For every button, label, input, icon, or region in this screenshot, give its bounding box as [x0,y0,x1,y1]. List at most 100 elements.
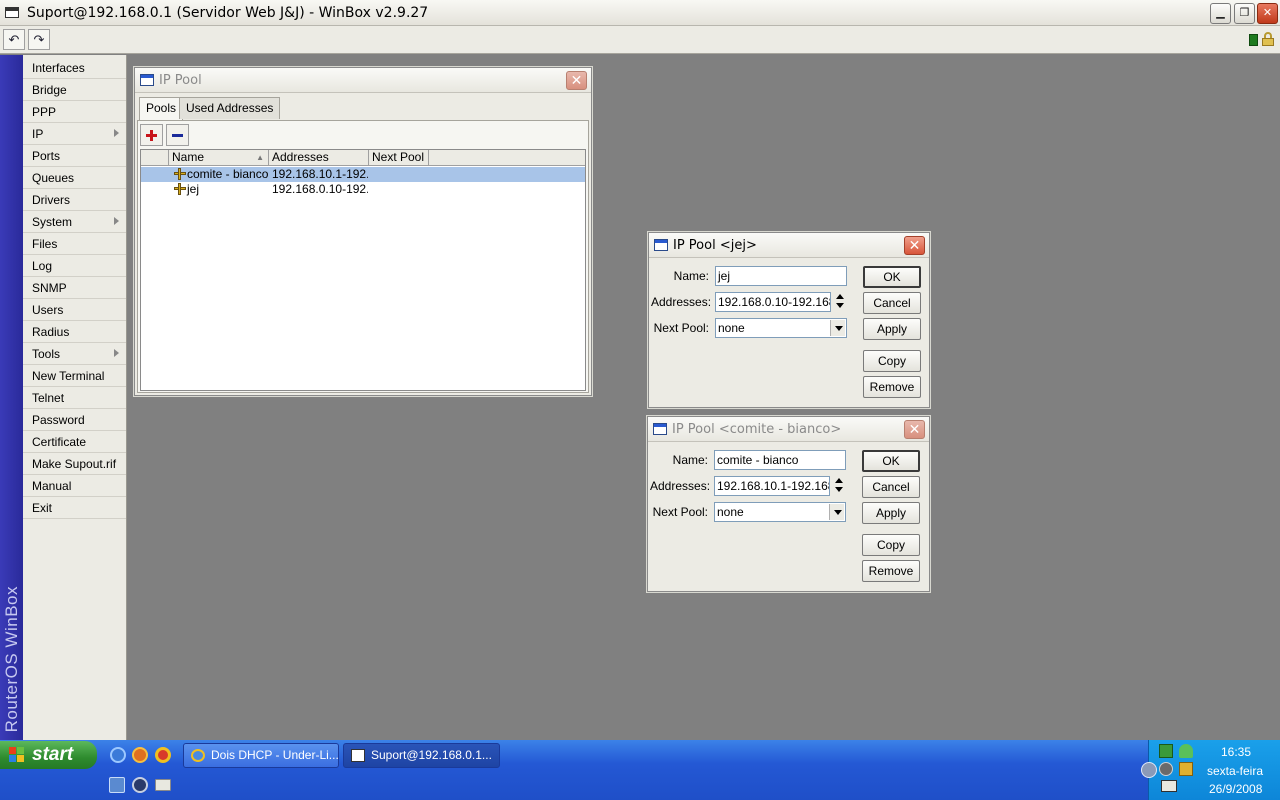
task-button-dois-dhcp[interactable]: Dois DHCP - Under-Li... [183,743,339,768]
show-desktop-icon[interactable] [155,779,171,791]
clock-day: sexta-feira [1207,764,1264,778]
menu-item-telnet[interactable]: Telnet [23,387,126,409]
name-field[interactable]: jej [715,266,847,286]
undo-button[interactable]: ↶ [3,29,25,50]
jej-dialog-close-icon[interactable]: ✕ [904,236,925,255]
apply-button[interactable]: Apply [863,318,921,340]
comite-dialog-close-icon[interactable]: ✕ [904,420,925,439]
pool-name-cell: jej [169,182,269,197]
menu-item-certificate[interactable]: Certificate [23,431,126,453]
winbox-window-icon [351,749,365,762]
menu-item-users[interactable]: Users [23,299,126,321]
column-header-next-pool[interactable]: Next Pool [369,150,429,166]
window-icon [653,423,667,435]
remove-pool-button[interactable] [166,124,189,146]
column-header-name[interactable]: Name ▲ [169,150,269,166]
remove-button[interactable]: Remove [863,376,921,398]
table-row[interactable]: comite - bianco 192.168.10.1-192... [141,167,585,182]
cancel-button[interactable]: Cancel [862,476,920,498]
monitor-icon[interactable] [1161,780,1177,792]
winbox-window-icon[interactable] [5,7,19,18]
addresses-label: Addresses: [650,479,711,493]
menu-item-queues[interactable]: Queues [23,167,126,189]
menu-item-interfaces[interactable]: Interfaces [23,57,126,79]
menu-item-exit[interactable]: Exit [23,497,126,519]
media-player-icon[interactable] [132,777,148,793]
taskbar: start Dois DHCP - Under-Li... Suport@192… [0,740,1280,800]
menu-item-system[interactable]: System [23,211,126,233]
menu-item-ppp[interactable]: PPP [23,101,126,123]
pool-name-cell: comite - bianco [169,167,269,182]
menu-item-bridge[interactable]: Bridge [23,79,126,101]
tab-used-addresses[interactable]: Used Addresses [179,97,281,119]
menu-item-ports[interactable]: Ports [23,145,126,167]
ip-pool-window-titlebar[interactable]: IP Pool ✕ [135,68,591,93]
ip-pool-close-icon[interactable]: ✕ [566,71,587,90]
internet-explorer-icon[interactable] [110,747,126,763]
task-button-winbox[interactable]: Suport@192.168.0.1... [343,743,500,768]
ip-pool-window: IP Pool ✕ Pools Used Addresses Name ▲ Add… [134,67,592,396]
submenu-arrow-icon [114,129,119,137]
menu-item-new-terminal[interactable]: New Terminal [23,365,126,387]
ip-pool-window-title: IP Pool [159,73,202,88]
settings-tray-icon[interactable] [1159,762,1173,776]
remove-button[interactable]: Remove [862,560,920,582]
menu-item-make-supout[interactable]: Make Supout.rif [23,453,126,475]
menu-item-snmp[interactable]: SNMP [23,277,126,299]
pool-next-pool-cell [372,182,428,197]
menu-item-manual[interactable]: Manual [23,475,126,497]
name-label: Name: [673,269,709,283]
ok-button[interactable]: OK [862,450,920,472]
start-button[interactable]: start [0,741,97,769]
cancel-button[interactable]: Cancel [863,292,921,314]
quick-launch-app-icon[interactable] [109,777,125,793]
tab-pools[interactable]: Pools [139,97,184,120]
menu-item-tools[interactable]: Tools [23,343,126,365]
comite-dialog-titlebar[interactable]: IP Pool <comite - bianco> ✕ [648,417,929,442]
clock-date: 26/9/2008 [1209,782,1263,796]
browser-icon[interactable] [155,747,171,763]
addresses-field[interactable]: 192.168.10.1-192.168. [714,476,830,496]
network-icon[interactable] [1159,744,1173,758]
menu-item-radius[interactable]: Radius [23,321,126,343]
table-row[interactable]: jej 192.168.0.10-192... [141,182,585,197]
next-pool-select[interactable]: none [715,318,847,338]
name-field[interactable]: comite - bianco [714,450,846,470]
copy-button[interactable]: Copy [863,350,921,372]
close-button[interactable]: ✕ [1257,3,1278,24]
apply-button[interactable]: Apply [862,502,920,524]
addresses-field[interactable]: 192.168.0.10-192.168. [715,292,831,312]
ok-button[interactable]: OK [863,266,921,288]
chevron-down-icon [830,320,845,336]
name-label: Name: [672,453,708,467]
addresses-expand-icon[interactable] [835,292,847,312]
next-pool-label: Next Pool: [652,505,708,519]
addresses-expand-icon[interactable] [834,476,846,496]
ip-pool-jej-dialog: IP Pool <jej> ✕ Name: jej Addresses: 192… [648,232,930,408]
browser-icon [191,749,205,762]
menu-item-drivers[interactable]: Drivers [23,189,126,211]
menu-item-password[interactable]: Password [23,409,126,431]
menu-item-files[interactable]: Files [23,233,126,255]
chevron-left-icon[interactable] [1141,762,1157,778]
sort-asc-icon: ▲ [256,153,264,162]
minimize-button[interactable]: ▁ [1210,3,1231,24]
menu-item-log[interactable]: Log [23,255,126,277]
lock-icon [1262,32,1274,46]
column-header-addresses[interactable]: Addresses [269,150,369,166]
next-pool-select[interactable]: none [714,502,846,522]
addresses-label: Addresses: [651,295,712,309]
volume-icon[interactable] [1179,762,1193,776]
pool-icon [174,183,186,195]
redo-button[interactable]: ↷ [28,29,50,50]
menu-item-label: System [32,215,73,229]
menu-item-ip[interactable]: IP [23,123,126,145]
jej-dialog-titlebar[interactable]: IP Pool <jej> ✕ [649,233,929,258]
jej-dialog-title: IP Pool <jej> [673,238,757,253]
submenu-arrow-icon [114,349,119,357]
messenger-icon[interactable] [1179,744,1193,758]
firefox-icon[interactable] [132,747,148,763]
copy-button[interactable]: Copy [862,534,920,556]
add-pool-button[interactable] [140,124,163,146]
maximize-button[interactable]: ❐ [1234,3,1255,24]
